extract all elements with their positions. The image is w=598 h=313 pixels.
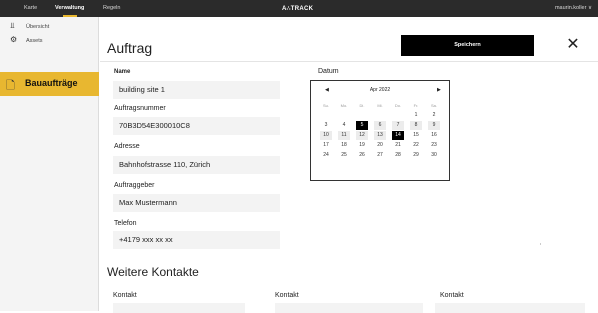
calendar-grid: Su. Mo. Di. Mi. Do. Fr. Sa. 1 2 3 4 5 6 7 8 9 10 11 12 13 14… xyxy=(320,101,446,161)
calendar-day[interactable]: 25 xyxy=(338,151,350,160)
name-label: Name xyxy=(114,69,131,75)
calendar-weekday: Mi. xyxy=(377,103,383,108)
user-menu[interactable]: maurin.koller ∨ xyxy=(555,5,592,11)
address-label: Adresse xyxy=(114,143,140,150)
calendar-day[interactable]: 7 xyxy=(392,121,404,130)
calendar-day[interactable]: 23 xyxy=(428,141,440,150)
sidebar-item-assets[interactable]: ⚙ Assets xyxy=(0,35,99,47)
calendar-day[interactable]: 13 xyxy=(374,131,386,140)
calendar-empty-cell xyxy=(374,111,386,120)
calendar-day[interactable]: 14 xyxy=(392,131,404,140)
phone-field[interactable]: +4179 xxx xx xx xyxy=(113,231,280,249)
app-logo: A∴TRACK xyxy=(282,6,314,12)
save-button[interactable]: Speichern xyxy=(401,35,534,56)
sidebar-item-label: Übersicht xyxy=(26,24,50,30)
scroll-indicator xyxy=(540,243,541,245)
calendar-day[interactable]: 15 xyxy=(410,131,422,140)
nav-karte[interactable]: Karte xyxy=(24,5,37,11)
calendar-weekday: Sa. xyxy=(430,103,437,108)
calendar-day[interactable]: 17 xyxy=(320,141,332,150)
contact-field[interactable] xyxy=(113,303,245,313)
calendar-day[interactable]: 27 xyxy=(374,151,386,160)
calendar-empty-cell xyxy=(356,111,368,120)
nav-verwaltung[interactable]: Verwaltung xyxy=(55,5,84,11)
sidebar-item-label: Bauaufträge xyxy=(25,78,78,88)
calendar-day[interactable]: 1 xyxy=(410,111,422,120)
contact-label: Kontakt xyxy=(440,292,464,299)
date-label: Datum xyxy=(318,68,339,75)
construction-orders-icon: 🗋 xyxy=(6,80,15,92)
page-title: Auftrag xyxy=(107,40,153,56)
sidebar: ⫫ Übersicht ⚙ Assets 🗋 Bauaufträge xyxy=(0,17,99,311)
calendar-weekday: Do. xyxy=(394,103,402,108)
calendar-header: Apr 2022 ◀ ▶ xyxy=(311,87,449,95)
sidebar-item-label: Assets xyxy=(26,38,43,44)
calendar-day[interactable]: 8 xyxy=(410,121,422,130)
calendar-weekday: Mo. xyxy=(340,103,348,108)
sidebar-item-bauauftraege[interactable]: 🗋 Bauaufträge xyxy=(0,72,99,96)
calendar-day[interactable]: 26 xyxy=(356,151,368,160)
calendar-day[interactable]: 9 xyxy=(428,121,440,130)
calendar-empty-cell xyxy=(392,111,404,120)
calendar-day[interactable]: 5 xyxy=(356,121,368,130)
calendar-month: Apr 2022 xyxy=(369,87,391,93)
order-number-label: Auftragsnummer xyxy=(114,105,166,112)
calendar-empty-cell xyxy=(320,111,332,120)
chevron-left-icon[interactable]: ◀ xyxy=(325,87,329,93)
header-divider xyxy=(100,61,598,62)
address-field[interactable]: Bahnhofstrasse 110, Zürich xyxy=(113,156,280,174)
contact-field[interactable] xyxy=(275,303,423,313)
overview-icon: ⫫ xyxy=(10,21,15,30)
calendar-day[interactable]: 20 xyxy=(374,141,386,150)
calendar-day[interactable]: 21 xyxy=(392,141,404,150)
calendar-day[interactable]: 29 xyxy=(410,151,422,160)
calendar-day[interactable]: 22 xyxy=(410,141,422,150)
client-field[interactable]: Max Mustermann xyxy=(113,194,280,212)
client-label: Auftraggeber xyxy=(114,182,155,189)
calendar-day[interactable]: 28 xyxy=(392,151,404,160)
contact-label: Kontakt xyxy=(275,292,299,299)
top-navigation-bar: Karte Verwaltung Regeln A∴TRACK maurin.k… xyxy=(0,0,598,17)
calendar-weekday: Di. xyxy=(359,103,365,108)
phone-label: Telefon xyxy=(114,220,137,227)
contact-field[interactable] xyxy=(435,303,585,313)
name-field[interactable]: building site 1 xyxy=(113,81,280,99)
assets-icon: ⚙ xyxy=(10,35,18,44)
calendar-day[interactable]: 12 xyxy=(356,131,368,140)
calendar-day[interactable]: 18 xyxy=(338,141,350,150)
sidebar-item-uebersicht[interactable]: ⫫ Übersicht xyxy=(0,21,99,33)
calendar-day[interactable]: 16 xyxy=(428,131,440,140)
nav-regeln[interactable]: Regeln xyxy=(103,5,120,11)
calendar-day[interactable]: 4 xyxy=(338,121,350,130)
calendar-weekday: Fr. xyxy=(413,103,419,108)
close-icon[interactable]: ✕ xyxy=(565,37,581,53)
calendar-weekday: Su. xyxy=(322,103,329,108)
chevron-right-icon[interactable]: ▶ xyxy=(437,87,441,93)
calendar-day[interactable]: 2 xyxy=(428,111,440,120)
calendar-day[interactable]: 19 xyxy=(356,141,368,150)
calendar-day[interactable]: 10 xyxy=(320,131,332,140)
calendar-day[interactable]: 3 xyxy=(320,121,332,130)
section-title-weitere-kontakte: Weitere Kontakte xyxy=(107,265,199,279)
date-picker: Apr 2022 ◀ ▶ Su. Mo. Di. Mi. Do. Fr. Sa. 1 2 3 4 5 6… xyxy=(310,80,450,181)
contact-label: Kontakt xyxy=(113,292,137,299)
calendar-day[interactable]: 30 xyxy=(428,151,440,160)
calendar-day[interactable]: 24 xyxy=(320,151,332,160)
calendar-empty-cell xyxy=(338,111,350,120)
order-number-field[interactable]: 70B3D54E300010C8 xyxy=(113,117,280,135)
calendar-day[interactable]: 11 xyxy=(338,131,350,140)
calendar-day[interactable]: 6 xyxy=(374,121,386,130)
